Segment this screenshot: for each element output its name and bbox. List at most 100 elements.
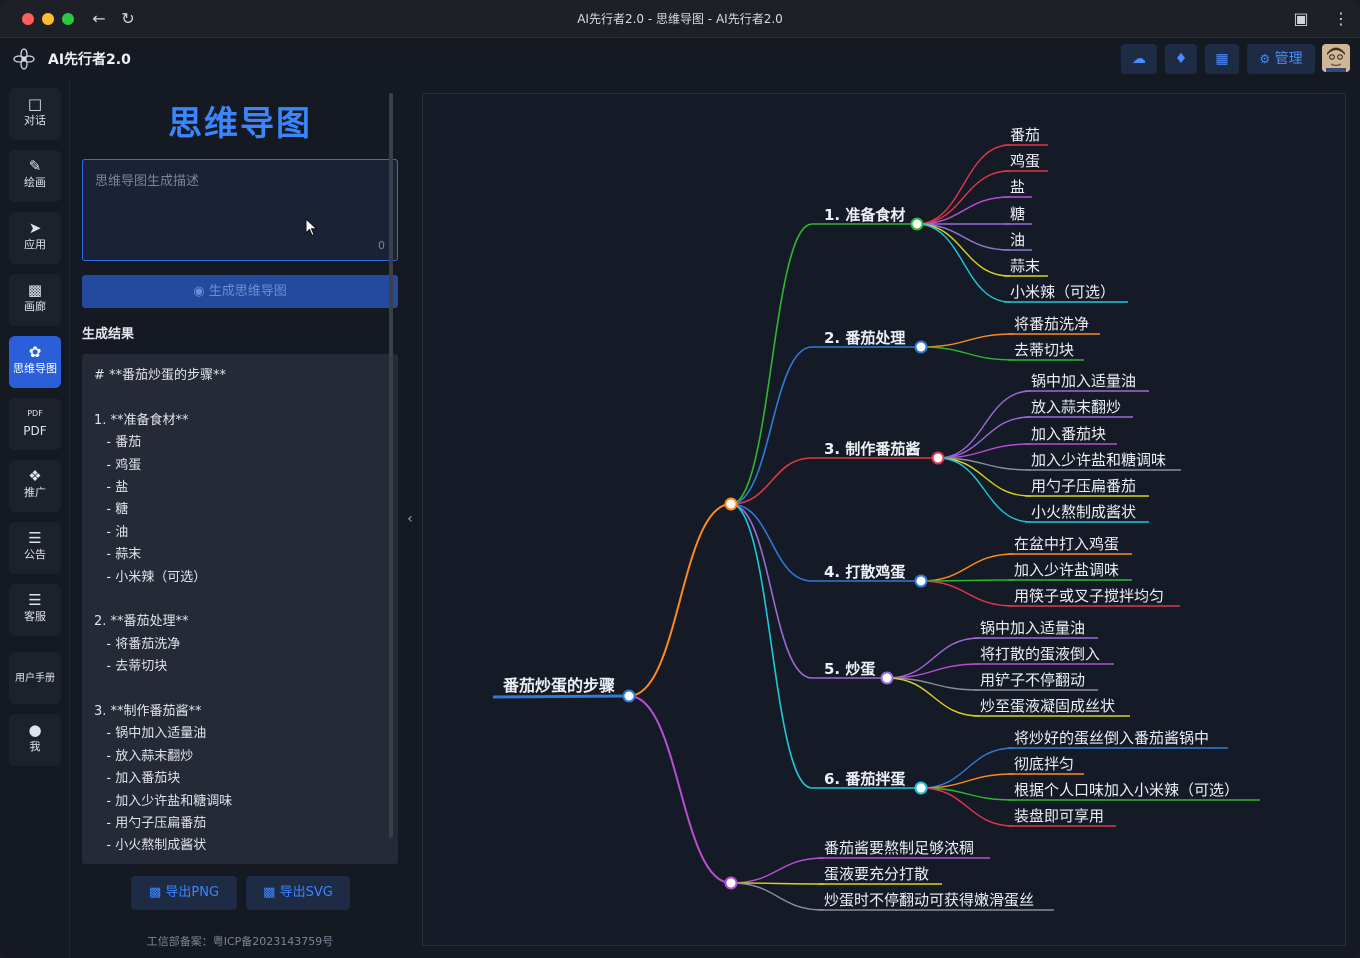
mindmap-link-branch: [730, 503, 813, 789]
chat-icon: □: [27, 95, 43, 113]
mindmap-leaf-label: 在盆中打入鸡蛋: [1014, 535, 1119, 553]
avatar[interactable]: [1322, 44, 1350, 72]
mindmap-leaf-label: 用筷子或叉子搅拌均匀: [1014, 587, 1164, 605]
collapse-panel-button[interactable]: ‹: [402, 506, 418, 532]
generate-mindmap-button[interactable]: ◉ 生成思维导图: [82, 275, 398, 308]
mindmap-link-leaf: [937, 390, 1032, 459]
mindmap-leaf-label: 将番茄洗净: [1014, 315, 1089, 333]
mindmap-link-leaf: [937, 416, 1032, 459]
mindmap-leaf-label: 装盘即可享用: [1014, 807, 1104, 825]
app-window: ← ↻ AI先行者2.0 - 思维导图 - AI先行者2.0 ▣ ⋮ AI先行者…: [0, 0, 1360, 958]
mindmap-description-input[interactable]: 思维导图生成描述 0: [82, 159, 398, 261]
mindmap-leaf-label: 锅中加入适量油: [980, 619, 1085, 637]
window-title: AI先行者2.0 - 思维导图 - AI先行者2.0: [577, 12, 783, 26]
nav-item-me[interactable]: ● 我: [9, 714, 61, 766]
mindmap-leaf-label: 番茄酱要熬制足够浓稠: [824, 839, 974, 857]
mindmap-link-leaf: [920, 580, 1015, 607]
mindmap-link-leaf: [916, 223, 1011, 277]
mindmap-node-dot: [910, 217, 924, 231]
bell-icon: ♦: [1174, 51, 1188, 67]
rocket-icon: ➤: [28, 219, 42, 237]
gallery-icon: ▩: [27, 281, 43, 299]
mindmap-leaf-label: 彻底拌匀: [1014, 755, 1074, 773]
mindmap-leaf-label: 鸡蛋: [1010, 152, 1040, 170]
mindmap-leaf-label: 加入番茄块: [1031, 425, 1106, 443]
mindmap-leaf-label: 糖: [1010, 205, 1025, 223]
export-svg-label: 导出SVG: [279, 885, 333, 900]
result-line: - 放入蒜末翻炒: [94, 748, 194, 764]
mindmap-svg[interactable]: 番茄炒蛋的步骤 1. 准备食材 番茄鸡蛋盐糖油蒜末小米辣（可选） 2. 番茄处理 将番茄…: [423, 94, 1347, 947]
char-count: 0: [378, 239, 385, 252]
mindmap-node-dot: [914, 781, 928, 795]
mindmap-leaf-label: 盐: [1010, 178, 1025, 196]
result-line: - 去蒂切块: [94, 659, 168, 675]
nav-item-notice[interactable]: ☰ 公告: [9, 522, 61, 574]
mindmap-leaf-label: 蛋液要充分打散: [824, 865, 929, 883]
mindmap-canvas[interactable]: 番茄炒蛋的步骤 1. 准备食材 番茄 鸡蛋盐糖油蒜末 小米辣（可选） 2. 番茄处理 将番茄…: [422, 93, 1346, 946]
nav-item-gallery[interactable]: ▩ 画廊: [9, 274, 61, 326]
nav-item-pdf[interactable]: PDF PDF: [9, 398, 61, 450]
result-text-area[interactable]: # **番茄炒蛋的步骤** 1. **准备食材** - 番茄 - 鸡蛋 - 盐 -…: [82, 354, 398, 864]
mindmap-leaf-label: 用铲子不停翻动: [980, 671, 1085, 689]
sidebar-nav: □ 对话 ✎ 绘画 ➤ 应用 ▩ 画廊 ✿ 思维导图 PDF PDF ❖ 推广 …: [0, 80, 70, 958]
mindmap-leaf-label: 小米辣（可选）: [1010, 283, 1115, 301]
mindmap-node-dot: [724, 876, 738, 890]
result-line: 2. **番茄处理**: [94, 614, 189, 630]
export-png-button[interactable]: ▩ 导出PNG: [131, 876, 237, 910]
mouse-cursor-icon: [305, 218, 318, 237]
mindmap-leaf-label: 炒至蛋液凝固成丝状: [980, 697, 1115, 715]
mindmap-leaf-label: 加入少许盐和糖调味: [1031, 451, 1166, 469]
mindmap-link-leaf: [916, 196, 1011, 225]
result-line: - 小米辣（可选）: [94, 569, 207, 585]
mindmap-branch-label: 3. 制作番茄酱: [824, 440, 920, 458]
mindmap-leaf-label: 加入少许盐调味: [1014, 561, 1119, 579]
mindmap-link-root: [628, 503, 732, 697]
mindmap-link-leaf: [920, 346, 1015, 361]
manage-button[interactable]: ⚙ 管理: [1247, 44, 1315, 74]
notification-button[interactable]: ♦: [1165, 44, 1197, 74]
titlebar: ← ↻ AI先行者2.0 - 思维导图 - AI先行者2.0 ▣ ⋮: [0, 0, 1360, 38]
mindmap-branch-label: 5. 炒蛋: [824, 660, 875, 678]
extension-icon[interactable]: ▣: [1290, 8, 1312, 30]
wechat-button[interactable]: ☁: [1121, 44, 1157, 74]
result-line: - 盐: [94, 480, 129, 495]
wechat-icon: ☁: [1132, 51, 1146, 67]
result-line: 3. **制作番茄酱**: [94, 704, 202, 719]
input-placeholder: 思维导图生成描述: [95, 174, 200, 189]
mindmap-link-leaf: [937, 457, 1032, 523]
mindmap-link-branch: [730, 503, 813, 679]
result-line: - 将番茄洗净: [94, 636, 181, 652]
service-icon: ☰: [28, 591, 42, 609]
mindmap-link-leaf: [916, 144, 1011, 225]
mindmap-leaf-label: 蒜末: [1010, 257, 1040, 275]
mindmap-link-leaf: [920, 747, 1015, 789]
mindmap-leaf-label: 将炒好的蛋丝倒入番茄酱锅中: [1014, 729, 1209, 747]
pdf-icon: PDF: [27, 409, 43, 418]
mindmap-node-dot: [914, 574, 928, 588]
nav-item-service[interactable]: ☰ 客服: [9, 584, 61, 636]
more-menu-icon[interactable]: ⋮: [1330, 8, 1352, 30]
mindmap-leaf-label: 将打散的蛋液倒入: [980, 645, 1100, 663]
export-svg-button[interactable]: ▩ 导出SVG: [246, 876, 350, 910]
mindmap-link-leaf: [920, 553, 1015, 582]
result-line: - 蒜末: [94, 547, 142, 563]
mindmap-root-underline: [492, 694, 630, 699]
nav-item-draw[interactable]: ✎ 绘画: [9, 150, 61, 202]
mindmap-node-dot: [931, 451, 945, 465]
gift-icon: ▦: [1215, 51, 1229, 67]
result-heading: 生成结果: [82, 327, 135, 342]
nav-item-chat[interactable]: □ 对话: [9, 88, 61, 140]
notice-icon: ☰: [28, 529, 42, 547]
nav-item-mindmap[interactable]: ✿ 思维导图: [9, 336, 61, 388]
gift-button[interactable]: ▦: [1205, 44, 1239, 74]
panel-scrollbar[interactable]: [389, 93, 393, 838]
nav-item-manual[interactable]: 用户手册: [9, 652, 61, 704]
nav-item-apps[interactable]: ➤ 应用: [9, 212, 61, 264]
mindmap-link-leaf: [886, 637, 981, 679]
mindmap-link-root: [628, 695, 732, 884]
mindmap-branch-label: 4. 打散鸡蛋: [824, 563, 905, 581]
result-line: - 用勺子压扁番茄: [94, 816, 207, 831]
mindmap-link-branch: [730, 223, 813, 505]
mindmap-branch-label: 1. 准备食材: [824, 206, 905, 224]
nav-item-promote[interactable]: ❖ 推广: [9, 460, 61, 512]
